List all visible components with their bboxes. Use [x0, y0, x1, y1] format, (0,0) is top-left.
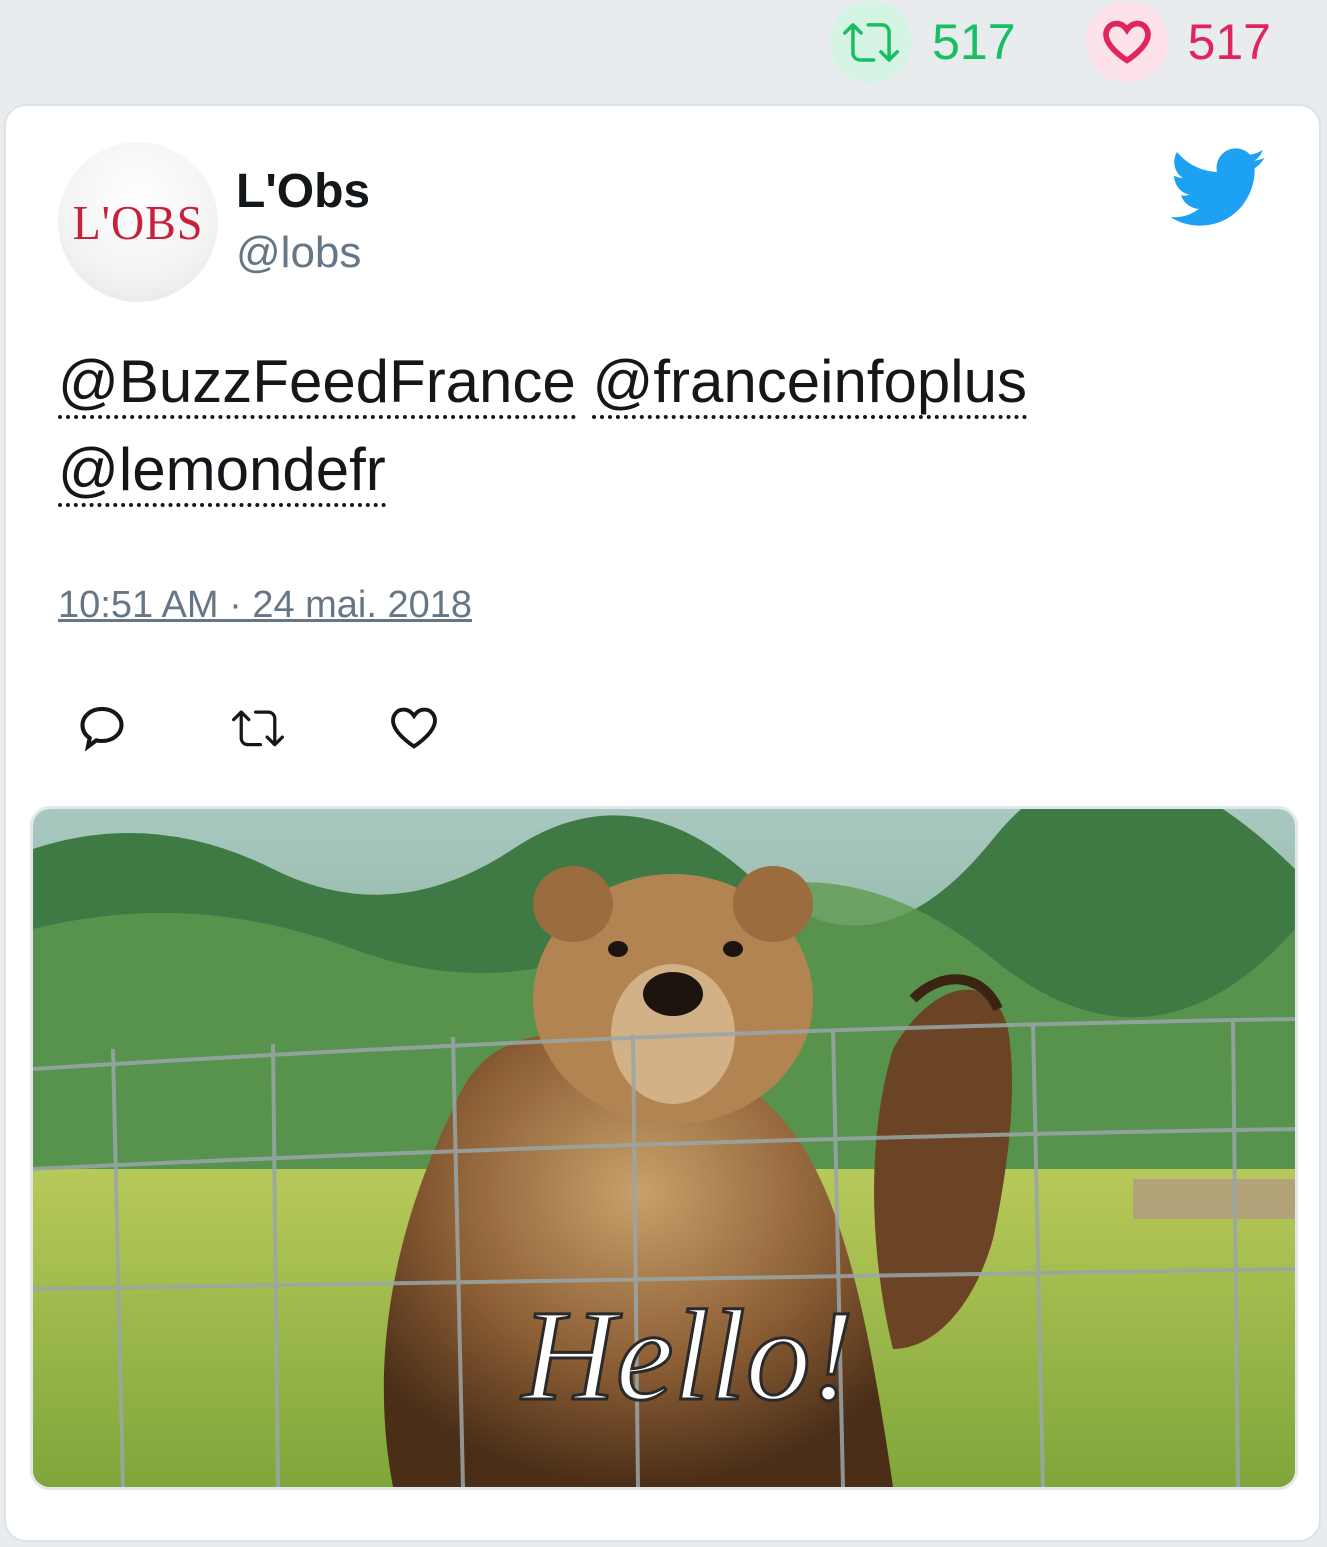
media-caption: Hello!: [520, 1284, 854, 1428]
mention-buzzfeedfrance[interactable]: @BuzzFeedFrance: [58, 348, 576, 419]
retweet-icon[interactable]: [830, 1, 913, 83]
retweet-count: 517: [932, 14, 1016, 70]
retweet-stat[interactable]: 517: [830, 1, 1016, 83]
tweet-timestamp[interactable]: 10:51 AM · 24 mai. 2018: [58, 584, 472, 627]
reply-icon[interactable]: [76, 702, 128, 754]
heart-icon[interactable]: [1085, 1, 1168, 83]
tweet-text: @BuzzFeedFrance @franceinfoplus @lemonde…: [58, 338, 1238, 514]
engagement-stats: 517 517: [830, 0, 1327, 84]
retweet-icon[interactable]: [232, 702, 284, 754]
author-handle[interactable]: @lobs: [236, 228, 361, 278]
tweet-media-gif[interactable]: Hello!: [30, 806, 1298, 1490]
avatar[interactable]: L'OBS: [58, 142, 218, 302]
mention-franceinfoplus[interactable]: @franceinfoplus: [592, 348, 1027, 419]
tweet-card: L'OBS L'Obs @lobs @BuzzFeedFrance @franc…: [4, 104, 1321, 1542]
heart-icon[interactable]: [388, 702, 440, 754]
bear-waving-image: Hello!: [33, 809, 1295, 1487]
twitter-bird-icon[interactable]: [1171, 148, 1267, 228]
avatar-logo: L'OBS: [72, 195, 204, 249]
like-stat[interactable]: 517: [1085, 1, 1271, 83]
like-count: 517: [1187, 14, 1271, 70]
tweet-actions: [76, 702, 440, 754]
author-name[interactable]: L'Obs: [236, 164, 370, 219]
mention-lemondefr[interactable]: @lemondefr: [58, 436, 386, 507]
